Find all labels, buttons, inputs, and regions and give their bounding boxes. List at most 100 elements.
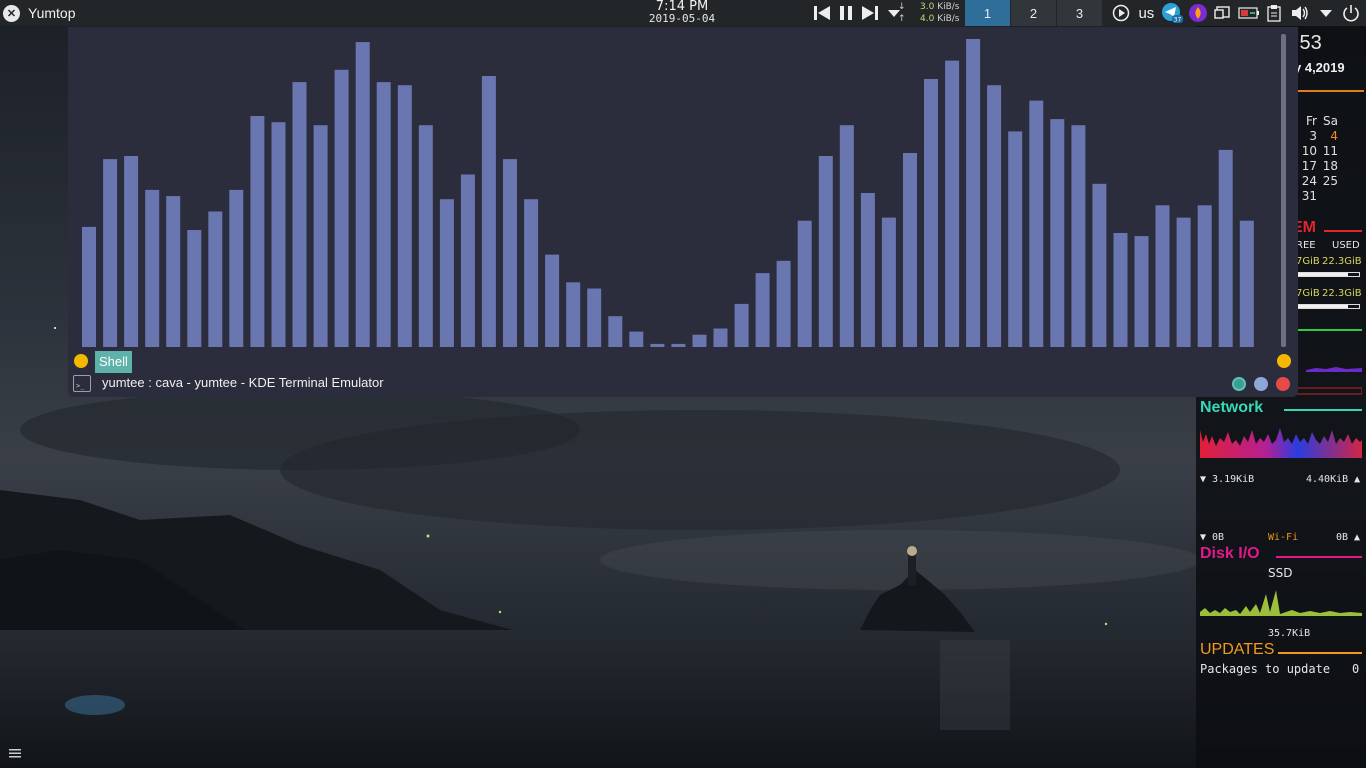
visualizer-bar [797, 220, 812, 347]
visualizer-bar [292, 82, 307, 347]
clock-date: 2019-05-04 [648, 12, 716, 25]
upload-speed: 4.0 [920, 14, 935, 24]
mem-free-header: REE [1296, 240, 1316, 251]
new-tab-button[interactable] [74, 354, 88, 368]
clipboard-icon [1267, 5, 1282, 22]
disk-device: SSD [1268, 566, 1293, 580]
network-title: Network [1200, 399, 1264, 416]
previous-track-button[interactable] [810, 3, 834, 23]
mem-title-line [1324, 230, 1362, 232]
updates-title-line [1278, 652, 1362, 654]
visualizer-bar [755, 273, 770, 347]
keep-open-button[interactable] [1232, 377, 1246, 391]
visualizer-bar [566, 282, 581, 347]
terminal-scrollbar[interactable] [1281, 34, 1286, 347]
download-unit: KiB/s [937, 2, 960, 12]
visualizer-bar [1008, 131, 1023, 347]
application-menu[interactable]: ✕ Yumtop [3, 0, 75, 26]
close-button[interactable] [1276, 377, 1290, 391]
desktop-2[interactable]: 2 [1011, 0, 1057, 26]
volume-tray[interactable] [1287, 0, 1313, 26]
visualizer-bar [481, 76, 496, 347]
visualizer-bar [1092, 183, 1107, 347]
cava-audio-visualizer [82, 39, 1254, 348]
next-track-button[interactable] [858, 3, 882, 23]
visualizer-bar [460, 174, 475, 347]
window-manager-icon [1214, 6, 1230, 19]
visualizer-bar [545, 254, 560, 347]
updates-count: 0 [1352, 662, 1360, 676]
swap-usage-fill [1297, 305, 1348, 308]
config-button[interactable] [1254, 377, 1268, 391]
virtual-desktop-pager: 1 2 3 [965, 0, 1103, 26]
download-arrow-icon: ↓ [898, 2, 906, 12]
cpu-divider [1296, 329, 1362, 331]
visualizer-bar [839, 125, 854, 347]
visualizer-bar [187, 230, 202, 347]
visualizer-bar [145, 189, 160, 347]
terminal-window[interactable]: Shell >_ yumtee : cava - yumtee - KDE Te… [68, 27, 1298, 397]
app-launcher-icon[interactable]: ✕ [3, 4, 20, 22]
bottom-panel-menu-button[interactable] [0, 738, 30, 768]
calendar-date: 31 [1301, 189, 1317, 203]
power-button[interactable] [1338, 0, 1364, 26]
calendar-date: 11 [1322, 144, 1338, 158]
desktop-1[interactable]: 1 [965, 0, 1011, 26]
download-speed: 3.0 [920, 2, 935, 12]
battery-tray[interactable] [1236, 0, 1262, 26]
top-panel: ✕ Yumtop 7:14 PM 2019-05-04 ↓ 3.0 KiB/s ↑… [0, 0, 1366, 26]
tab-menu-button[interactable] [1277, 354, 1291, 368]
telegram-unread-badge: 37 [1174, 17, 1182, 24]
visualizer-bar [250, 116, 265, 347]
visualizer-bar [503, 159, 517, 347]
calendar-week-1: 34 [1296, 129, 1338, 143]
calendar-date: 3 [1309, 129, 1317, 143]
tray-expand-button[interactable] [1313, 0, 1339, 26]
tab-shell[interactable]: Shell [95, 351, 132, 373]
mem-free-value: 7GiB [1296, 256, 1320, 267]
conky-time: :53 [1294, 32, 1322, 54]
telegram-tray[interactable]: 37 [1159, 0, 1185, 26]
hotspot-tray[interactable] [1185, 0, 1211, 26]
conky-divider [1296, 90, 1364, 92]
visualizer-bar [229, 189, 244, 347]
previous-icon [814, 6, 830, 20]
keyboard-layout-tray[interactable]: us [1134, 0, 1160, 26]
calendar-date: 17 [1301, 159, 1317, 173]
hamburger-menu-icon [9, 749, 21, 758]
clipboard-tray[interactable] [1262, 0, 1288, 26]
mem-usage-bar [1296, 272, 1360, 277]
next-icon [862, 6, 878, 20]
visualizer-bar [1155, 205, 1170, 347]
visualizer-bar [692, 334, 707, 347]
visualizer-bar [313, 125, 328, 347]
upload-arrow-icon: ↑ [898, 14, 906, 24]
media-player-tray[interactable] [1108, 0, 1134, 26]
desktop-3[interactable]: 3 [1057, 0, 1103, 26]
display-tray[interactable] [1210, 0, 1236, 26]
visualizer-bar [629, 331, 644, 347]
visualizer-bar [1176, 217, 1191, 347]
digital-clock[interactable]: 7:14 PM 2019-05-04 [630, 0, 734, 26]
visualizer-bar [271, 122, 286, 347]
disk-title-line [1276, 556, 1362, 558]
keyboard-layout: us [1138, 4, 1155, 22]
visualizer-bar [966, 39, 981, 347]
calendar-day-friday: Fr [1306, 114, 1317, 128]
battery-icon [1238, 7, 1259, 19]
visualizer-bar [945, 60, 960, 347]
visualizer-bar [650, 343, 665, 347]
swap-usage-bar [1296, 304, 1360, 309]
disk-io-rate: 35.7KiB [1268, 628, 1311, 639]
disk-title: Disk I/O [1200, 545, 1260, 562]
swap-free-value: 7GiB [1296, 288, 1320, 299]
media-controls [810, 3, 906, 23]
network-speed-widget[interactable]: ↓ 3.0 KiB/s ↑ 4.0 KiB/s [898, 1, 960, 25]
pause-button[interactable] [834, 3, 858, 23]
visualizer-bar [734, 303, 749, 347]
telegram-icon: 37 [1161, 3, 1183, 24]
firebird-icon [1188, 4, 1207, 22]
visualizer-bar [608, 316, 623, 347]
network-upload-rate: 4.40KiB ▲ [1306, 474, 1361, 485]
visualizer-bar [334, 69, 349, 348]
